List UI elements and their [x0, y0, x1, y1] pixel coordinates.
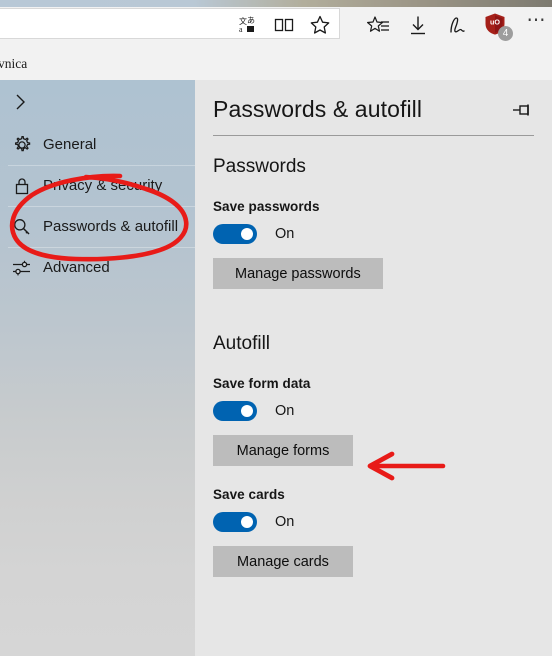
page-text-fragment: vnica	[0, 56, 28, 71]
favorites-star-icon[interactable]	[307, 12, 333, 37]
chevron-right-icon	[8, 89, 34, 115]
sidebar-item-label: Advanced	[43, 259, 110, 276]
toggle-row-save-passwords: On	[213, 214, 534, 244]
sidebar-item-label: General	[43, 136, 97, 153]
lock-icon	[8, 173, 36, 199]
toggle-save-cards[interactable]	[213, 512, 257, 532]
manage-passwords-button[interactable]: Manage passwords	[213, 258, 383, 289]
section-heading-passwords: Passwords	[213, 156, 306, 177]
toggle-state-save-passwords: On	[275, 226, 295, 242]
sidebar-item-label: Passwords & autofill	[43, 218, 179, 235]
title-bar-strip	[0, 0, 552, 7]
make-a-note-icon[interactable]	[444, 13, 470, 38]
toggle-save-passwords[interactable]	[213, 224, 257, 244]
toggle-state-save-cards: On	[275, 514, 295, 530]
section-heading-autofill: Autofill	[213, 333, 271, 354]
translate-icon[interactable]: 文 あ a	[235, 12, 261, 37]
svg-text:a: a	[239, 25, 243, 34]
settings-flyout: General Privacy & security Passwords & a…	[0, 80, 552, 656]
browser-window: 文 あ a uO 4 ⋯ vnica General Privacy & sec…	[0, 0, 552, 656]
page-title: Passwords & autofill	[213, 96, 423, 122]
settings-sidebar: General Privacy & security Passwords & a…	[0, 80, 195, 656]
browser-toolbar: 文 あ a uO 4 ⋯	[0, 0, 552, 53]
sidebar-expand-button[interactable]	[0, 80, 195, 124]
label-save-passwords: Save passwords	[213, 199, 320, 214]
ublock-badge-count: 4	[498, 26, 513, 41]
ublock-origin-icon[interactable]: uO 4	[483, 12, 513, 41]
key-icon	[8, 214, 36, 240]
page-content-strip: vnica	[0, 52, 552, 81]
gear-icon	[8, 132, 36, 158]
panel-header: Passwords & autofill	[213, 80, 534, 136]
toggle-row-save-form-data: On	[213, 391, 534, 421]
hub-favorites-icon[interactable]	[366, 13, 392, 38]
label-save-cards: Save cards	[213, 487, 285, 502]
sidebar-item-label: Privacy & security	[43, 177, 163, 194]
address-bar-icons: 文 あ a	[235, 12, 333, 37]
manage-cards-button[interactable]: Manage cards	[213, 546, 353, 577]
manage-forms-button[interactable]: Manage forms	[213, 435, 353, 466]
sidebar-item-general[interactable]: General	[0, 124, 195, 165]
address-bar[interactable]: 文 あ a	[0, 8, 340, 39]
svg-text:あ: あ	[247, 16, 255, 25]
downloads-icon[interactable]	[405, 13, 431, 38]
reading-view-icon[interactable]	[271, 12, 297, 37]
sliders-icon	[8, 255, 36, 281]
browser-action-icons: uO 4 ⋯	[360, 9, 550, 42]
more-icon[interactable]: ⋯	[524, 9, 550, 42]
toggle-row-save-cards: On	[213, 502, 534, 532]
sidebar-item-advanced[interactable]: Advanced	[0, 247, 195, 288]
sidebar-item-privacy-security[interactable]: Privacy & security	[0, 165, 195, 206]
settings-panel: Passwords & autofill Passwords Save pass…	[195, 80, 552, 656]
sidebar-item-passwords-autofill[interactable]: Passwords & autofill	[0, 206, 195, 247]
toggle-save-form-data[interactable]	[213, 401, 257, 421]
toggle-knob	[241, 228, 253, 240]
svg-text:uO: uO	[490, 18, 500, 27]
toggle-knob	[241, 405, 253, 417]
pin-icon[interactable]	[512, 100, 534, 120]
title-divider	[213, 135, 534, 136]
label-save-form-data: Save form data	[213, 376, 311, 391]
toggle-knob	[241, 516, 253, 528]
toggle-state-save-form-data: On	[275, 403, 295, 419]
